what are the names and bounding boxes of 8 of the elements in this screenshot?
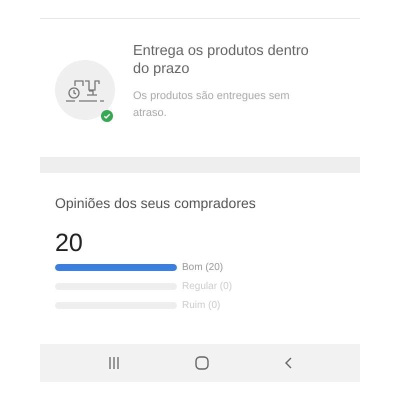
section-title: Opiniões dos seus compradores — [55, 195, 257, 211]
delivery-description: Os produtos são entregues sem atraso. — [133, 89, 291, 121]
rating-count: 20 — [55, 228, 84, 258]
back-icon[interactable] — [284, 357, 292, 369]
home-icon[interactable] — [194, 356, 209, 370]
recent-apps-icon[interactable] — [108, 357, 120, 369]
delivery-title: Entrega os produtos dentro do prazo — [133, 42, 310, 78]
rating-label: Bom (20) — [182, 262, 224, 273]
